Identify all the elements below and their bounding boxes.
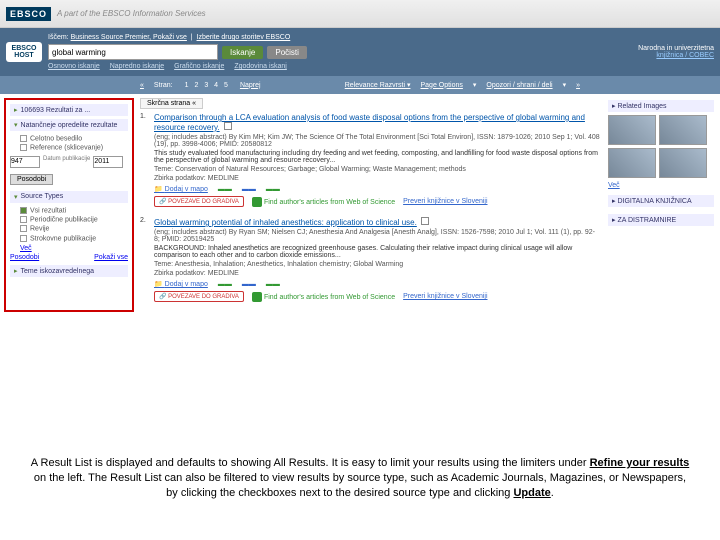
result-abstract: BACKGROUND: Inhaled anesthetics are reco…	[154, 245, 600, 259]
preview-icon[interactable]	[224, 122, 232, 130]
result-title-link[interactable]: Global warming potential of inhaled anes…	[154, 218, 417, 227]
image-thumbnail[interactable]	[608, 115, 656, 145]
digital-library-header[interactable]: ▸ DIGITALNA KNJIŽNICA	[608, 195, 714, 207]
chevron-right-icon: ▸	[14, 106, 18, 114]
visual-search-link[interactable]: Grafično iskanje	[174, 63, 224, 70]
more-images-link[interactable]: Več	[608, 182, 714, 189]
result-subjects: Teme: Conservation of Natural Resources;…	[154, 166, 600, 173]
wos-icon	[252, 197, 262, 207]
choose-service-link[interactable]: Izberite drugo storitev EBSCO	[197, 34, 291, 41]
page-options-dropdown[interactable]: Page Options	[420, 82, 462, 89]
search-bar: EBSCOHOST Iščem: Business Source Premier…	[0, 28, 720, 76]
slide-caption: A Result List is displayed and defaults …	[0, 448, 720, 509]
result-citation: (eng; includes abstract) By Ryan SM; Nie…	[154, 229, 600, 243]
slovenian-libraries-link[interactable]: Preveri knjižnice v Sloveniji	[403, 293, 487, 300]
next-page-arrow[interactable]: »	[576, 82, 580, 89]
ask-header[interactable]: ▸ ZA DISTRAMNIRE	[608, 214, 714, 226]
date-label: Datum publikacije	[43, 156, 90, 168]
source-more-link[interactable]: Več	[20, 245, 32, 252]
chevron-down-icon: ▾	[14, 193, 18, 201]
limiter-references[interactable]: Reference (sklicevanje)	[10, 143, 128, 152]
result-database: Zbirka podatkov: MEDLINE	[154, 270, 600, 277]
web-of-science-link[interactable]: Find author's articles from Web of Scien…	[252, 292, 395, 302]
basic-search-link[interactable]: Osnovno iskanje	[48, 63, 100, 70]
thesaurus-header[interactable]: ▸Teme iskozavredelnega	[10, 265, 128, 277]
search-input[interactable]	[48, 44, 218, 60]
result-item: 1. Comparison through a LCA evaluation a…	[140, 113, 600, 207]
right-sidebar: ▸ Related Images Več ▸ DIGITALNA KNJIŽNI…	[606, 98, 716, 312]
wos-icon	[252, 292, 262, 302]
source-trade[interactable]: Strokovne publikacije	[10, 234, 128, 243]
page-2[interactable]: 2	[194, 82, 198, 89]
banner-subtitle: A part of the EBSCO Information Services	[57, 9, 206, 18]
search-history-link[interactable]: Zgodovina iskanj	[234, 63, 287, 70]
database-name-link[interactable]: Business Source Premier, Pokaži vse	[71, 34, 187, 41]
search-button[interactable]: Iskanje	[222, 46, 263, 59]
source-all[interactable]: Vsi rezultati	[10, 206, 128, 215]
source-types-header[interactable]: ▾Source Types	[10, 191, 128, 203]
result-title-link[interactable]: Comparison through a LCA evaluation anal…	[154, 113, 585, 132]
result-subjects: Teme: Anesthesia, Inhalation; Anesthetic…	[154, 261, 600, 268]
results-count-header[interactable]: ▸106693 Rezultati za ...	[10, 104, 128, 116]
linksource-button[interactable]: 🔗 POVEZAVE DO GRADIVA	[154, 196, 244, 207]
publisher-banner: EBSCO A part of the EBSCO Information Se…	[0, 0, 720, 28]
result-database: Zbirka podatkov: MEDLINE	[154, 175, 600, 182]
source-periodicals[interactable]: Periodične publikacije	[10, 215, 128, 224]
date-from-input[interactable]	[10, 156, 40, 168]
page-5[interactable]: 5	[224, 82, 228, 89]
ebscohost-badge: EBSCOHOST	[6, 42, 42, 62]
results-toolbar: « Stran: 1 2 3 4 5 Naprej Relevance Razv…	[0, 76, 720, 94]
checkbox-icon[interactable]	[20, 235, 27, 242]
page-4[interactable]: 4	[214, 82, 218, 89]
institution-label: Narodna in univerzitetna knjižnica / COB…	[638, 45, 714, 59]
update-button[interactable]: Posodobi	[10, 174, 53, 185]
result-citation: (eng; includes abstract) By Kim MH; Kim …	[154, 134, 600, 148]
ebsco-logo: EBSCO	[6, 7, 51, 21]
source-magazines[interactable]: Revije	[10, 224, 128, 233]
linksource-button[interactable]: 🔗 POVEZAVE DO GRADIVA	[154, 291, 244, 302]
results-list: Skrčna strana « 1. Comparison through a …	[134, 98, 606, 312]
show-all-link[interactable]: Pokaži vse	[94, 254, 128, 261]
chevron-right-icon: ▸	[14, 267, 18, 275]
chevron-down-icon: ▾	[14, 121, 18, 129]
result-number: 2.	[140, 217, 154, 224]
preview-icon[interactable]	[421, 217, 429, 225]
update-link[interactable]: Posodobi	[10, 254, 39, 261]
web-of-science-link[interactable]: Find author's articles from Web of Scien…	[252, 197, 395, 207]
checkbox-icon[interactable]	[20, 207, 27, 214]
page-label: Stran:	[154, 82, 173, 89]
checkbox-icon[interactable]	[20, 216, 27, 223]
refine-panel: ▸106693 Rezultati za ... ▾Natančneje opr…	[4, 98, 134, 312]
advanced-search-link[interactable]: Napredno iskanje	[110, 63, 164, 70]
next-page-link[interactable]: Naprej	[240, 82, 261, 89]
limiter-fulltext[interactable]: Celotno besedilo	[10, 134, 128, 143]
image-thumbnail[interactable]	[659, 148, 707, 178]
page-3[interactable]: 3	[204, 82, 208, 89]
result-item: 2. Global warming potential of inhaled a…	[140, 217, 600, 302]
date-to-input[interactable]	[93, 156, 123, 168]
institution-link[interactable]: knjižnica / COBEC	[656, 52, 714, 59]
result-number: 1.	[140, 113, 154, 120]
result-abstract: This study evaluated food manufacturing …	[154, 150, 600, 164]
clear-button[interactable]: Počisti	[267, 46, 307, 59]
add-to-folder-link[interactable]: 📁 Dodaj v mapo	[154, 185, 208, 193]
page-1[interactable]: 1	[185, 82, 189, 89]
checkbox-icon[interactable]	[20, 135, 27, 142]
image-thumbnail[interactable]	[608, 148, 656, 178]
prev-page[interactable]: «	[140, 82, 144, 89]
checkbox-icon[interactable]	[20, 144, 27, 151]
slovenian-libraries-link[interactable]: Preveri knjižnice v Sloveniji	[403, 198, 487, 205]
add-to-folder-link[interactable]: 📁 Dodaj v mapo	[154, 280, 208, 288]
image-thumbnail[interactable]	[659, 115, 707, 145]
hide-sidebar-button[interactable]: Skrčna strana «	[140, 98, 203, 109]
refine-header[interactable]: ▾Natančneje opredelite rezultate	[10, 119, 128, 131]
relevance-dropdown[interactable]: Relevance Razvrsti ▾	[345, 81, 411, 89]
searching-label: Iščem:	[48, 34, 69, 41]
checkbox-icon[interactable]	[20, 225, 27, 232]
related-images-header[interactable]: ▸ Related Images	[608, 100, 714, 112]
share-dropdown[interactable]: Opozori / shrani / deli	[486, 82, 552, 89]
